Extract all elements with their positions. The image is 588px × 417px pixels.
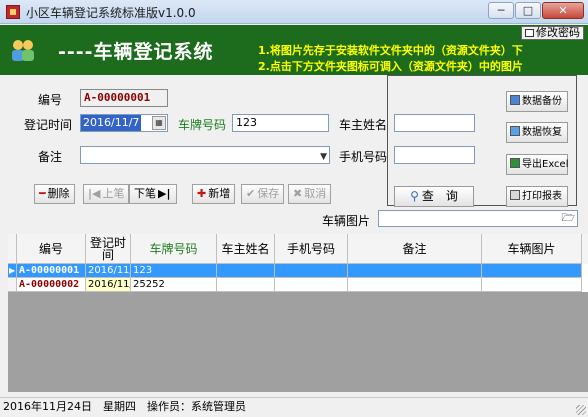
cancel-label: 取消 bbox=[304, 187, 327, 200]
change-password-button[interactable]: 修改密码 bbox=[521, 26, 584, 40]
next-record-button[interactable]: 下笔 ▶| bbox=[129, 184, 178, 204]
image-path-field[interactable]: 🗁 bbox=[378, 210, 578, 227]
image-label: 车辆图片 bbox=[322, 214, 371, 228]
row-indicator: ▶ bbox=[8, 264, 17, 278]
col-header-image[interactable]: 车辆图片 bbox=[482, 234, 582, 264]
plate-label: 车牌号码 bbox=[178, 118, 227, 132]
table-row[interactable]: ▶ A-00000001 2016/11/7 123 bbox=[8, 264, 588, 278]
cell-note[interactable] bbox=[348, 278, 482, 292]
close-button[interactable]: ✕ bbox=[542, 2, 584, 19]
print-report-button[interactable]: 打印报表 bbox=[506, 186, 568, 207]
owner-label: 车主姓名 bbox=[339, 118, 388, 132]
table-row[interactable]: A-00000002 2016/11/24 25252 bbox=[8, 278, 588, 292]
key-icon bbox=[525, 29, 534, 37]
change-password-label: 修改密码 bbox=[536, 26, 580, 39]
cell-owner[interactable] bbox=[217, 264, 275, 278]
status-bar: 2016年11月24日 星期四 操作员：系统管理员 bbox=[0, 397, 588, 417]
date-label: 登记时间 bbox=[24, 118, 73, 132]
next-label: 下笔 bbox=[134, 187, 156, 200]
cell-date[interactable]: 2016/11/24 bbox=[86, 278, 131, 292]
col-header-id[interactable]: 编号 bbox=[17, 234, 86, 264]
banner-tip-1: 1.将图片先存于安装软件文件夹中的（资源文件夹）下 bbox=[258, 44, 523, 57]
cell-phone[interactable] bbox=[275, 264, 348, 278]
next-icon: ▶| bbox=[158, 187, 171, 200]
cell-id[interactable]: A-00000002 bbox=[17, 278, 86, 292]
owner-input[interactable] bbox=[394, 114, 475, 132]
banner-tip-2: 2.点击下方文件夹图标可调入（资源文件夹）中的图片 bbox=[258, 60, 523, 73]
export-excel-button[interactable]: 导出Excel bbox=[506, 154, 569, 175]
prev-record-button[interactable]: |◀ 上笔 bbox=[83, 184, 130, 204]
date-picker[interactable]: 2016/11/7 ▦ bbox=[80, 114, 168, 132]
minimize-button[interactable]: ─ bbox=[488, 2, 514, 19]
save-label: 保存 bbox=[257, 187, 280, 200]
backup-label: 数据备份 bbox=[522, 96, 562, 107]
check-icon: ✔ bbox=[246, 187, 256, 200]
note-combobox[interactable]: ▼ bbox=[80, 146, 330, 164]
excel-icon bbox=[510, 158, 520, 168]
row-indicator bbox=[8, 278, 17, 292]
header-banner: ----车辆登记系统 1.将图片先存于安装软件文件夹中的（资源文件夹）下 2.点… bbox=[0, 25, 588, 75]
col-header-note[interactable]: 备注 bbox=[348, 234, 482, 264]
query-button[interactable]: ⚲ 查 询 bbox=[394, 186, 474, 207]
app-icon bbox=[6, 5, 20, 19]
plus-icon: ✚ bbox=[197, 187, 207, 200]
export-label: 导出Excel bbox=[522, 159, 569, 170]
cell-image[interactable] bbox=[482, 278, 582, 292]
date-value: 2016/11/7 bbox=[81, 115, 142, 131]
cell-date[interactable]: 2016/11/7 bbox=[86, 264, 131, 278]
calendar-icon[interactable]: ▦ bbox=[152, 116, 166, 130]
cancel-button[interactable]: ✖ 取消 bbox=[288, 184, 332, 204]
cell-phone[interactable] bbox=[275, 278, 348, 292]
cell-plate[interactable]: 25252 bbox=[131, 278, 217, 292]
col-header-plate[interactable]: 车牌号码 bbox=[131, 234, 217, 264]
plate-input[interactable]: 123 bbox=[232, 114, 329, 132]
prev-label: 上笔 bbox=[102, 187, 125, 200]
database-restore-icon bbox=[510, 126, 520, 136]
folder-icon[interactable]: 🗁 bbox=[561, 211, 575, 225]
window-titlebar: 小区车辆登记系统标准版v1.0.0 ─ □ ✕ bbox=[0, 0, 588, 24]
cell-plate[interactable]: 123 bbox=[131, 264, 217, 278]
phone-label: 手机号码 bbox=[339, 150, 388, 164]
id-label: 编号 bbox=[38, 93, 63, 107]
id-field: A-00000001 bbox=[80, 89, 168, 107]
add-label: 新增 bbox=[208, 187, 231, 200]
add-button[interactable]: ✚ 新增 bbox=[192, 184, 236, 204]
restore-label: 数据恢复 bbox=[522, 127, 562, 138]
col-header-date[interactable]: 登记时间 bbox=[86, 234, 131, 264]
cell-owner[interactable] bbox=[217, 278, 275, 292]
phone-input[interactable] bbox=[394, 146, 475, 164]
query-label: 查 询 bbox=[421, 189, 458, 203]
maximize-button[interactable]: □ bbox=[515, 2, 541, 19]
restore-button[interactable]: 数据恢复 bbox=[506, 122, 568, 143]
printer-icon bbox=[510, 190, 520, 200]
grid-header: 编号 登记时间 车牌号码 车主姓名 手机号码 备注 车辆图片 bbox=[8, 234, 588, 264]
banner-title: ----车辆登记系统 bbox=[58, 41, 214, 63]
search-icon: ⚲ bbox=[410, 189, 419, 203]
save-button[interactable]: ✔ 保存 bbox=[241, 184, 285, 204]
close-icon: ✖ bbox=[293, 187, 303, 200]
window-title: 小区车辆登记系统标准版v1.0.0 bbox=[26, 6, 196, 20]
cell-note[interactable] bbox=[348, 264, 482, 278]
cell-id[interactable]: A-00000001 bbox=[17, 264, 86, 278]
row-indicator-header bbox=[8, 234, 17, 264]
chevron-down-icon[interactable]: ▼ bbox=[320, 150, 327, 164]
resize-grip-icon[interactable] bbox=[576, 405, 586, 415]
delete-label: 删除 bbox=[47, 187, 70, 200]
note-label: 备注 bbox=[38, 150, 63, 164]
window-controls: ─ □ ✕ bbox=[488, 2, 584, 19]
status-text: 2016年11月24日 星期四 操作员：系统管理员 bbox=[3, 400, 246, 413]
records-grid[interactable]: 编号 登记时间 车牌号码 车主姓名 手机号码 备注 车辆图片 ▶ A-00000… bbox=[8, 234, 588, 392]
print-label: 打印报表 bbox=[522, 191, 562, 202]
database-backup-icon bbox=[510, 95, 520, 105]
prev-icon: |◀ bbox=[88, 187, 101, 200]
col-header-phone[interactable]: 手机号码 bbox=[275, 234, 348, 264]
users-icon bbox=[12, 40, 34, 61]
cell-image[interactable] bbox=[482, 264, 582, 278]
backup-button[interactable]: 数据备份 bbox=[506, 91, 568, 112]
delete-button[interactable]: ━ 删除 bbox=[34, 184, 75, 204]
col-header-owner[interactable]: 车主姓名 bbox=[217, 234, 275, 264]
delete-icon: ━ bbox=[39, 187, 46, 200]
